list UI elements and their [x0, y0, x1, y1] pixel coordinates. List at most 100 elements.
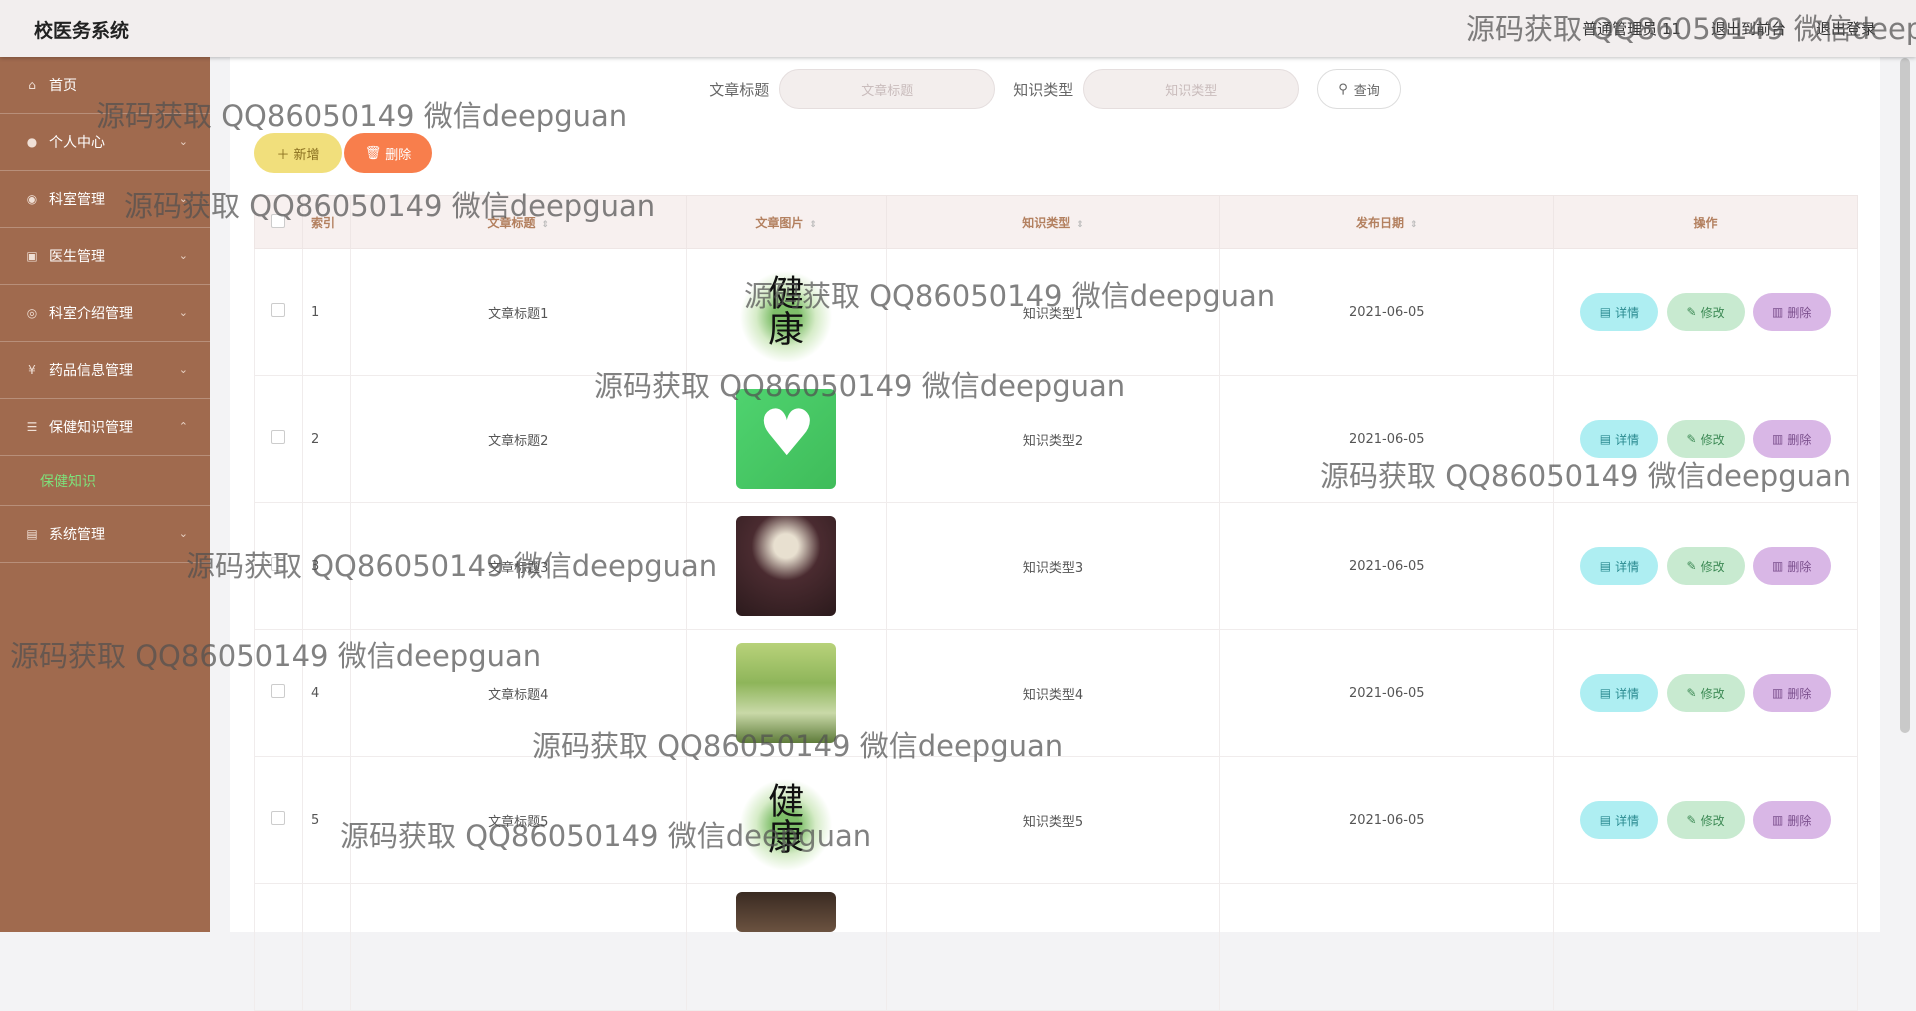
chevron-down-icon: ⌄ — [178, 306, 188, 319]
trash-icon: ▥ — [1772, 305, 1784, 319]
edit-button[interactable]: ✎ 修改 — [1666, 674, 1745, 712]
type-search-input[interactable]: 知识类型 — [1083, 69, 1300, 109]
row-checkbox[interactable] — [271, 811, 286, 825]
row-image-cell — [685, 629, 887, 757]
pencil-icon: ✎ — [1686, 813, 1697, 827]
detail-button[interactable]: ▤ 详情 — [1580, 293, 1659, 331]
row-select-cell — [254, 502, 303, 630]
article-image — [736, 389, 837, 489]
trash-icon: ▥ — [1772, 432, 1784, 446]
detail-label: 详情 — [1615, 305, 1640, 320]
delete-button[interactable]: ▥ 删除 — [1752, 801, 1831, 839]
document-icon: ▤ — [1599, 686, 1612, 700]
suitcase-icon: ▣ — [26, 249, 38, 263]
front-page-link[interactable]: 退出到前台 — [1711, 18, 1786, 39]
row-type — [885, 883, 1221, 1011]
row-checkbox[interactable] — [271, 684, 286, 698]
sidebar-item-department[interactable]: ◉ 科室管理 ⌄ — [0, 171, 210, 228]
row-date: 2021-06-05 — [1219, 375, 1555, 503]
pencil-icon: ✎ — [1686, 559, 1697, 573]
sidebar-item-home[interactable]: ⌂ 首页 — [0, 57, 210, 114]
sidebar-item-doctor[interactable]: ▣ 医生管理 ⌄ — [0, 228, 210, 285]
edit-button[interactable]: ✎ 修改 — [1666, 801, 1745, 839]
trash-icon: ▥ — [1772, 559, 1784, 573]
edit-label: 修改 — [1700, 559, 1725, 574]
knowledge-table: 索引 文章标题 ⇕ 文章图片 ⇕ 知识类型 ⇕ 发布日期 ⇕ 操作 1 文章标题1 知识… — [254, 195, 1858, 1011]
detail-button[interactable]: ▤ 详情 — [1580, 674, 1659, 712]
detail-button[interactable]: ▤ 详情 — [1580, 547, 1659, 585]
edit-label: 修改 — [1700, 432, 1725, 447]
delete-button[interactable]: ▥ 删除 — [1752, 547, 1831, 585]
add-button[interactable]: ＋ 新增 — [254, 133, 342, 173]
row-title — [349, 883, 687, 1011]
sort-icon[interactable]: ⇕ — [542, 220, 550, 230]
col-type[interactable]: 知识类型 ⇕ — [885, 195, 1221, 249]
user-role-link[interactable]: 普通管理员 11 — [1582, 18, 1681, 39]
row-date: 2021-06-05 — [1219, 248, 1555, 376]
sort-icon[interactable]: ⇕ — [809, 220, 817, 230]
delete-label: 删除 — [1787, 559, 1812, 574]
delete-label: 删除 — [1787, 305, 1812, 320]
sidebar-item-dept-intro[interactable]: ◎ 科室介绍管理 ⌄ — [0, 285, 210, 342]
row-ops: ▤ 详情 ✎ 修改 ▥ 删除 — [1553, 629, 1858, 757]
col-image-label: 文章图片 — [755, 215, 804, 230]
compass-icon: ◎ — [26, 306, 38, 320]
sidebar-item-profile[interactable]: ● 个人中心 ⌄ — [0, 114, 210, 171]
row-checkbox[interactable] — [271, 303, 286, 317]
chevron-down-icon: ⌄ — [178, 135, 188, 148]
col-image[interactable]: 文章图片 ⇕ — [685, 195, 887, 249]
delete-button[interactable]: ▥ 删除 — [1752, 420, 1831, 458]
select-all-cell — [254, 195, 303, 249]
detail-button[interactable]: ▤ 详情 — [1580, 420, 1659, 458]
pencil-icon: ✎ — [1686, 305, 1697, 319]
row-date: 2021-06-05 — [1219, 756, 1555, 884]
row-checkbox[interactable] — [271, 430, 286, 444]
article-image — [736, 892, 837, 932]
col-title[interactable]: 文章标题 ⇕ — [349, 195, 687, 249]
menu-icon: ☰ — [26, 420, 38, 434]
col-ops: 操作 — [1553, 195, 1858, 249]
col-date[interactable]: 发布日期 ⇕ — [1219, 195, 1555, 249]
row-date: 2021-06-05 — [1219, 502, 1555, 630]
sort-icon[interactable]: ⇕ — [1410, 220, 1418, 230]
select-all-checkbox[interactable] — [271, 213, 286, 228]
edit-button[interactable]: ✎ 修改 — [1666, 420, 1745, 458]
sidebar-item-health-knowledge[interactable]: ☰ 保健知识管理 ⌃ — [0, 399, 210, 456]
batch-delete-button[interactable]: 🗑 删除 — [344, 133, 432, 173]
row-index: 2 — [301, 375, 351, 503]
sidebar-subitem-health-knowledge[interactable]: 保健知识 — [0, 456, 210, 506]
sort-icon[interactable]: ⇕ — [1076, 220, 1084, 230]
sidebar-item-medicine[interactable]: ¥ 药品信息管理 ⌄ — [0, 342, 210, 399]
edit-button[interactable]: ✎ 修改 — [1666, 293, 1745, 331]
article-image — [736, 262, 837, 362]
row-checkbox[interactable] — [271, 557, 286, 571]
chevron-down-icon: ⌄ — [178, 363, 188, 376]
logout-link[interactable]: 退出登录 — [1816, 18, 1876, 39]
row-ops — [1553, 883, 1858, 1011]
delete-label: 删除 — [1787, 813, 1812, 828]
table-row: 2 文章标题2 知识类型2 2021-06-05 ▤详情 ✎修改 ▥删除 — [254, 375, 1858, 503]
edit-button[interactable]: ✎ 修改 — [1666, 547, 1745, 585]
row-ops: ▤ 详情 ✎ 修改 ▥ 删除 — [1553, 248, 1858, 376]
row-type: 知识类型1 — [885, 248, 1221, 376]
location-icon: ◉ — [26, 192, 38, 206]
col-index: 索引 — [301, 195, 351, 249]
row-index: 5 — [301, 756, 351, 884]
detail-label: 详情 — [1615, 559, 1640, 574]
delete-button[interactable]: ▥ 删除 — [1752, 293, 1831, 331]
plus-icon: ＋ — [276, 147, 290, 163]
sidebar-item-system[interactable]: ▤ 系统管理 ⌄ — [0, 506, 210, 563]
col-type-label: 知识类型 — [1022, 215, 1071, 230]
delete-button[interactable]: ▥ 删除 — [1752, 674, 1831, 712]
row-image-cell — [685, 756, 887, 884]
col-title-label: 文章标题 — [487, 215, 536, 230]
title-search-input[interactable]: 文章标题 — [779, 69, 996, 109]
delete-label: 删除 — [1787, 432, 1812, 447]
trash-icon: ▥ — [1772, 813, 1784, 827]
scrollbar[interactable] — [1900, 58, 1910, 733]
search-button[interactable]: ⚲ 查询 — [1317, 69, 1401, 109]
col-date-label: 发布日期 — [1355, 215, 1404, 230]
detail-button[interactable]: ▤ 详情 — [1580, 801, 1659, 839]
row-image-cell — [685, 248, 887, 376]
goods-icon: ▤ — [26, 527, 38, 541]
